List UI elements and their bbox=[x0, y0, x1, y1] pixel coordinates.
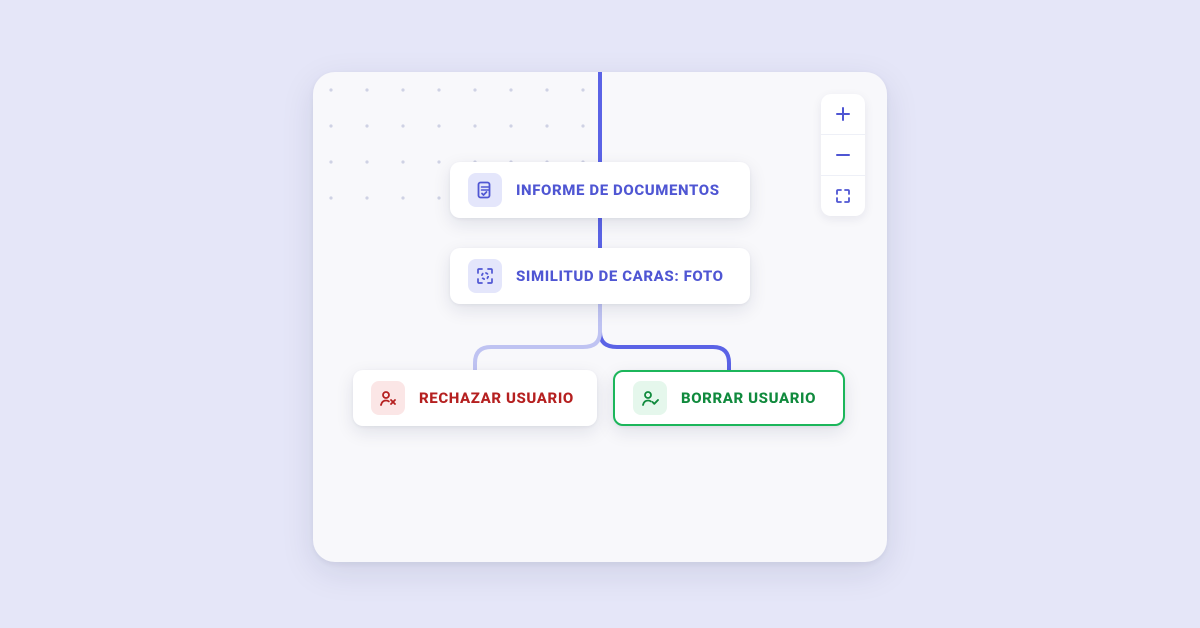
fullscreen-button[interactable] bbox=[821, 175, 865, 216]
zoom-controls bbox=[821, 94, 865, 216]
node-label: BORRAR USUARIO bbox=[681, 389, 816, 407]
document-check-icon bbox=[468, 173, 502, 207]
zoom-in-button[interactable] bbox=[821, 94, 865, 134]
node-document-report[interactable]: INFORME DE DOCUMENTOS bbox=[450, 162, 750, 218]
face-scan-icon bbox=[468, 259, 502, 293]
workflow-canvas[interactable]: INFORME DE DOCUMENTOS SIMILITUD DE CARAS… bbox=[313, 72, 887, 562]
zoom-out-button[interactable] bbox=[821, 134, 865, 175]
node-label: RECHAZAR USUARIO bbox=[419, 389, 574, 407]
node-face-similarity[interactable]: SIMILITUD DE CARAS: FOTO bbox=[450, 248, 750, 304]
node-label: INFORME DE DOCUMENTOS bbox=[516, 181, 720, 199]
flow-edges bbox=[313, 72, 887, 562]
node-clear-user[interactable]: BORRAR USUARIO bbox=[613, 370, 845, 426]
node-reject-user[interactable]: RECHAZAR USUARIO bbox=[353, 370, 597, 426]
plus-icon bbox=[835, 106, 851, 122]
user-approve-icon bbox=[633, 381, 667, 415]
minus-icon bbox=[835, 147, 851, 163]
fullscreen-icon bbox=[835, 188, 851, 204]
user-reject-icon bbox=[371, 381, 405, 415]
node-label: SIMILITUD DE CARAS: FOTO bbox=[516, 267, 724, 285]
